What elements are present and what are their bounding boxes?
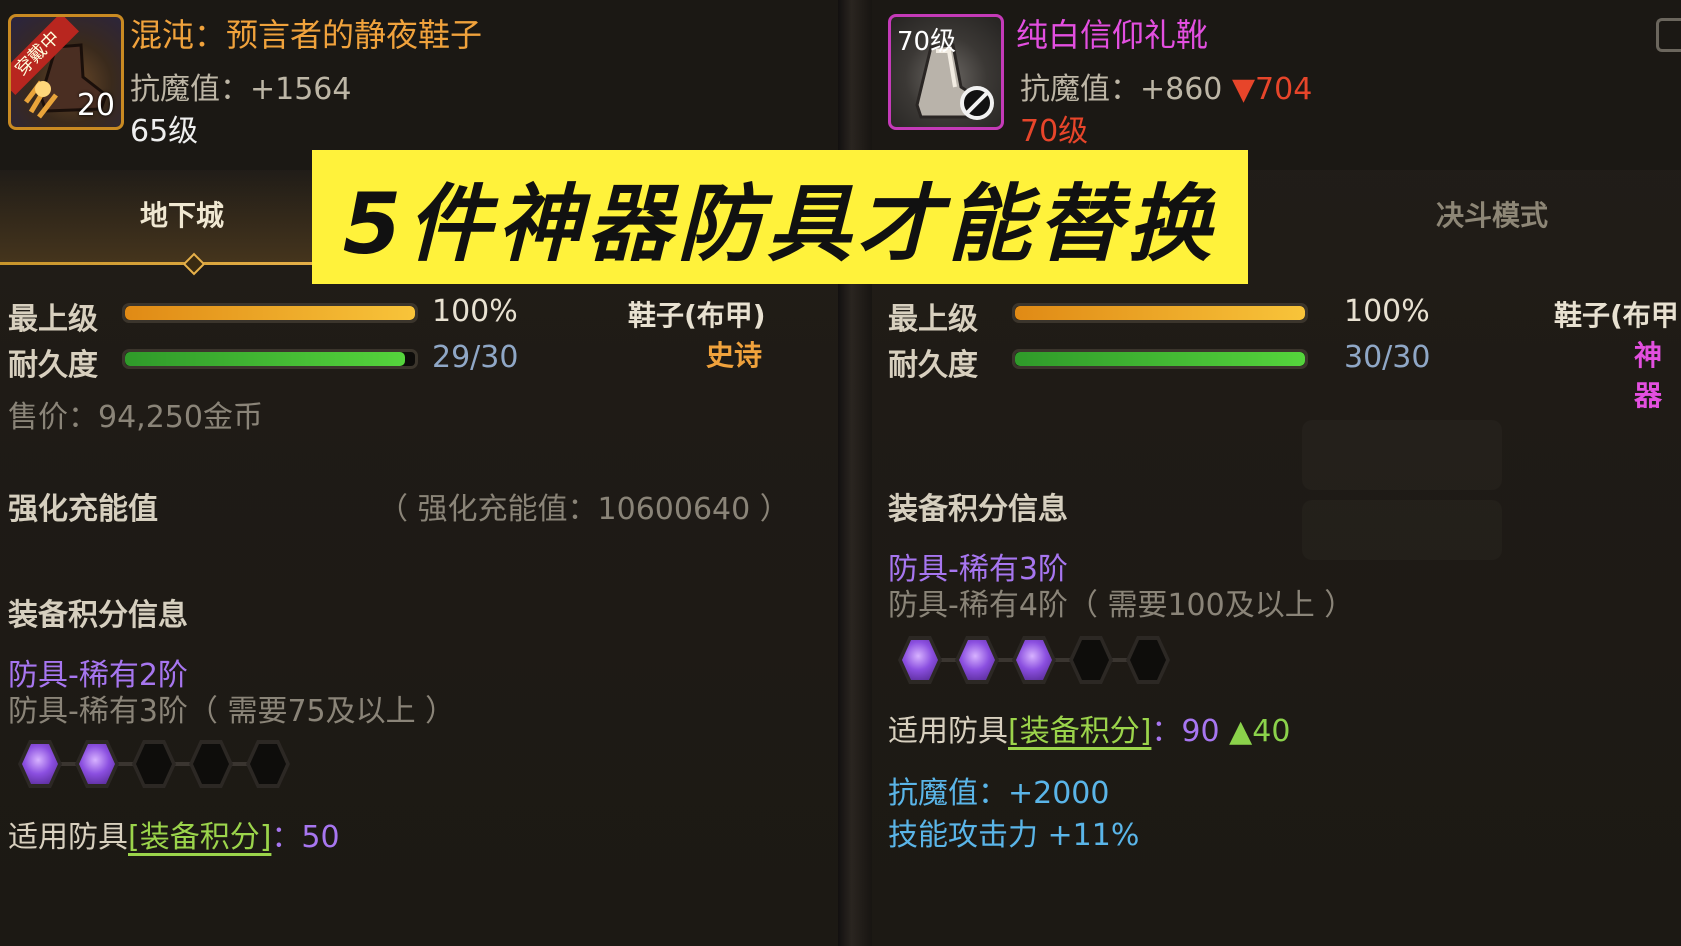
grade-label: 最上级 xyxy=(888,302,978,337)
slot-type: 鞋子(布甲) xyxy=(628,299,766,332)
socket-filled xyxy=(18,740,62,788)
apply-prefix: 适用防具 xyxy=(888,714,1008,749)
grade-label: 最上级 xyxy=(8,302,98,337)
score-bracket[interactable]: [装备积分] xyxy=(128,820,271,855)
item-level: 65级 xyxy=(130,114,199,149)
score-diff: ▲40 xyxy=(1229,714,1291,749)
item-name: 纯白信仰礼靴 xyxy=(1016,16,1209,54)
socket-empty xyxy=(246,740,290,788)
magic-resist-line: 抗魔值：+860 ▼704 xyxy=(1020,64,1312,108)
grade-value: 100% xyxy=(1344,294,1430,329)
bonus-magic-resist: 抗魔值：+2000 xyxy=(888,776,1110,811)
magic-resist: 抗魔值：+860 xyxy=(1020,72,1223,107)
score-value: ：90 xyxy=(1151,714,1220,749)
durability-value: 30/30 xyxy=(1344,340,1431,375)
compare-item-panel: 70级 纯白信仰礼靴 抗魔值：+860 ▼704 70级 决斗模式 最上级 10… xyxy=(872,0,1681,946)
score-value: ：50 xyxy=(271,820,340,855)
apply-prefix: 适用防具 xyxy=(8,820,128,855)
grade-bar xyxy=(122,303,418,323)
boots-icon[interactable]: 穿戴中 20 xyxy=(8,14,124,130)
charge-value: （ 强化充能值：10600640 ） xyxy=(378,492,790,527)
icon-level: 70级 xyxy=(897,27,957,57)
socket-filled xyxy=(75,740,119,788)
background-slot xyxy=(1302,420,1502,490)
socket-filled xyxy=(898,636,942,684)
item-header: 穿戴中 20 混沌：预言者的静夜鞋子 抗魔值：+1564 65级 xyxy=(0,0,838,170)
item-level: 70级 xyxy=(1020,114,1089,149)
charge-label: 强化充能值 xyxy=(8,492,158,527)
apply-armor-line: 适用防具[装备积分]：90 ▲40 xyxy=(888,706,1290,750)
apply-armor-line: 适用防具[装备积分]：50 xyxy=(8,812,340,856)
slot-type: 鞋子(布甲 xyxy=(1554,299,1679,332)
tab-underline xyxy=(0,262,340,265)
durability-label: 耐久度 xyxy=(888,348,978,383)
socket-filled xyxy=(1012,636,1056,684)
socket-empty xyxy=(1069,636,1113,684)
socket-empty xyxy=(189,740,233,788)
socket-row xyxy=(18,740,298,790)
tab-dungeon[interactable]: 地下城 xyxy=(140,194,224,234)
sell-price: 售价：94,250金币 xyxy=(8,400,263,435)
grade-value: 100% xyxy=(432,294,518,329)
score-section-title: 装备积分信息 xyxy=(888,492,1068,527)
title-banner: 5件神器防具才能替换 xyxy=(312,150,1248,284)
socket-row xyxy=(898,636,1178,686)
durability-value: 29/30 xyxy=(432,340,519,375)
bonus-skill-attack: 技能攻击力 +11% xyxy=(888,818,1140,853)
durability-label: 耐久度 xyxy=(8,348,98,383)
item-header: 70级 纯白信仰礼靴 抗魔值：+860 ▼704 70级 xyxy=(872,0,1681,170)
socket-filled xyxy=(955,636,999,684)
boots-icon[interactable]: 70级 xyxy=(888,14,1004,130)
banner-text: 5件神器防具才能替换 xyxy=(342,174,1218,273)
rarity: 神器 xyxy=(1634,339,1663,412)
rarity: 史诗 xyxy=(706,339,763,372)
current-item-panel: 穿戴中 20 混沌：预言者的静夜鞋子 抗魔值：+1564 65级 地下城 最上级… xyxy=(0,0,838,946)
score-bracket[interactable]: [装备积分] xyxy=(1008,714,1151,749)
background-slot xyxy=(1302,500,1502,560)
socket-empty xyxy=(1126,636,1170,684)
magic-resist-diff: ▼704 xyxy=(1231,72,1313,107)
score-section-title: 装备积分信息 xyxy=(8,598,188,633)
magic-resist: 抗魔值：+1564 xyxy=(130,72,352,107)
item-name: 混沌：预言者的静夜鞋子 xyxy=(130,16,483,54)
item-count: 20 xyxy=(76,88,115,123)
lock-icon[interactable] xyxy=(1656,18,1681,52)
tier-next: 防具-稀有4阶（ 需要100及以上 ） xyxy=(888,588,1355,623)
socket-empty xyxy=(132,740,176,788)
grade-bar xyxy=(1012,303,1308,323)
panel-divider xyxy=(838,0,872,946)
durability-bar xyxy=(122,349,418,369)
durability-bar xyxy=(1012,349,1308,369)
tier-next: 防具-稀有3阶（ 需要75及以上 ） xyxy=(8,694,456,729)
tab-duel[interactable]: 决斗模式 xyxy=(1436,194,1548,234)
